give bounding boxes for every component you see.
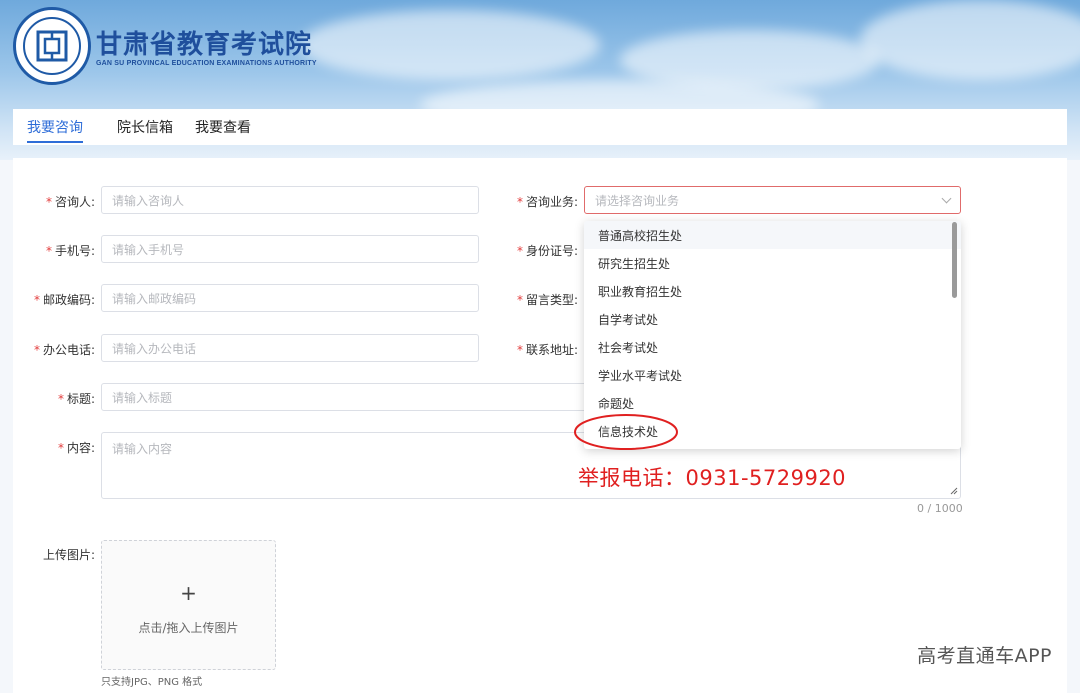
phone-input[interactable]: 请输入手机号 <box>101 235 479 263</box>
id-number-label: * 身份证号: <box>516 244 578 258</box>
dropdown-option[interactable]: 研究生招生处 <box>584 249 961 277</box>
message-type-label: * 留言类型: <box>516 293 578 307</box>
subject-label: * 标题: <box>57 392 95 406</box>
business-select-placeholder: 请选择咨询业务 <box>595 193 680 208</box>
dropdown-option[interactable]: 学业水平考试处 <box>584 361 961 389</box>
red-circle-annotation <box>574 414 678 450</box>
site-title: 甘肃省教育考试院 <box>96 30 313 60</box>
dropdown-scrollbar[interactable] <box>952 222 957 298</box>
plus-icon: + <box>180 581 197 605</box>
phone-label: * 手机号: <box>45 244 95 258</box>
dropdown-option[interactable]: 自学考试处 <box>584 305 961 333</box>
upload-label: 上传图片: <box>42 548 95 562</box>
postcode-input[interactable]: 请输入邮政编码 <box>101 284 479 312</box>
tab-view[interactable]: 我要查看 <box>195 109 251 145</box>
resize-handle-icon[interactable] <box>950 487 958 495</box>
dropdown-option[interactable]: 职业教育招生处 <box>584 277 961 305</box>
tab-director-mailbox[interactable]: 院长信箱 <box>117 109 173 145</box>
postcode-label: * 邮政编码: <box>33 293 95 307</box>
tab-bar: 我要咨询 院长信箱 我要查看 <box>13 109 1067 145</box>
office-phone-label: * 办公电话: <box>33 343 95 357</box>
business-label: * 咨询业务: <box>516 195 578 209</box>
dropdown-option[interactable]: 社会考试处 <box>584 333 961 361</box>
inquirer-label: * 咨询人: <box>45 195 95 209</box>
site-subtitle: GAN SU PROVINCAL EDUCATION EXAMINATIONS … <box>96 60 317 67</box>
watermark: 高考直通车APP <box>917 645 1052 667</box>
business-select[interactable]: 请选择咨询业务 <box>584 186 961 214</box>
inquirer-input[interactable]: 请输入咨询人 <box>101 186 479 214</box>
content-label: * 内容: <box>57 441 95 455</box>
address-label: * 联系地址: <box>516 343 578 357</box>
logo-seal <box>13 7 91 85</box>
upload-hint: 只支持JPG、PNG 格式 <box>101 677 203 688</box>
office-phone-input[interactable]: 请输入办公电话 <box>101 334 479 362</box>
upload-text: 点击/拖入上传图片 <box>138 621 239 635</box>
chevron-down-icon <box>941 193 952 204</box>
tab-consult[interactable]: 我要咨询 <box>27 109 83 145</box>
content-counter: 0 / 1000 <box>917 502 963 515</box>
report-phone-annotation: 举报电话：0931-5729920 <box>578 466 847 490</box>
dropdown-option[interactable]: 普通高校招生处 <box>584 221 961 249</box>
upload-dropzone[interactable]: + 点击/拖入上传图片 <box>101 540 276 670</box>
